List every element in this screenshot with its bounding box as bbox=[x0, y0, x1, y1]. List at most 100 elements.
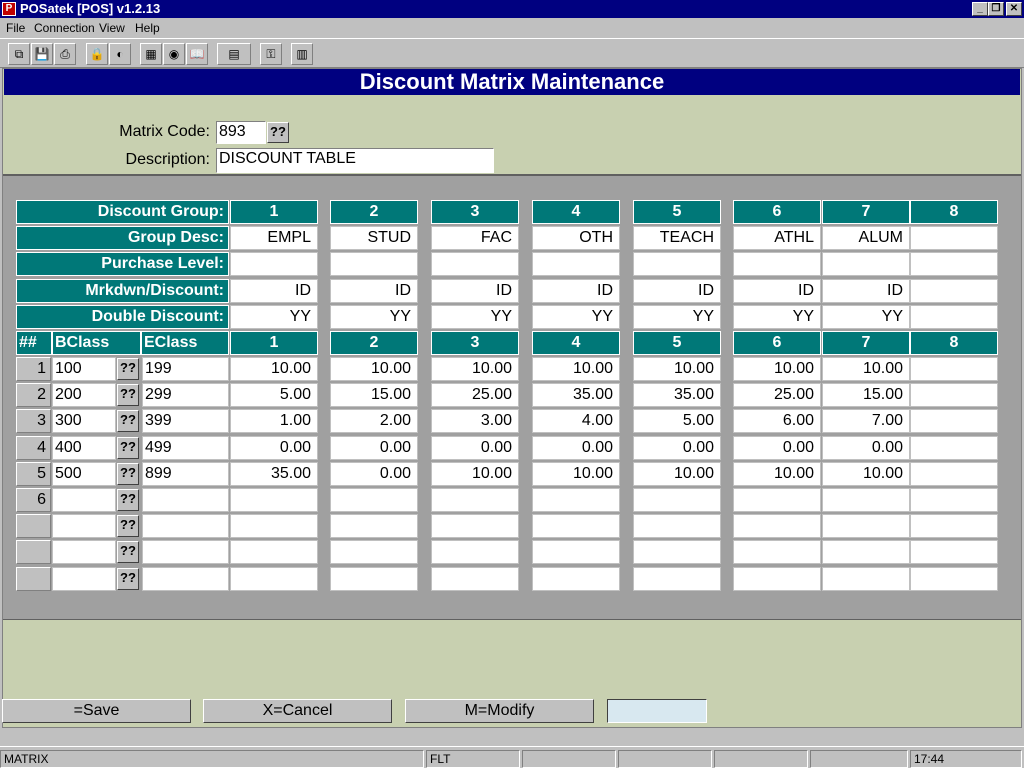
double-discount-cell[interactable]: YY bbox=[330, 305, 418, 329]
document-dropdown-icon[interactable]: ▤ bbox=[217, 43, 251, 65]
discount-value-cell[interactable] bbox=[910, 409, 998, 433]
purchase-level-cell[interactable] bbox=[431, 252, 519, 276]
discount-value-cell[interactable] bbox=[330, 540, 418, 564]
discount-value-cell[interactable]: 35.00 bbox=[532, 383, 620, 407]
double-discount-cell[interactable]: YY bbox=[633, 305, 721, 329]
purchase-level-cell[interactable] bbox=[633, 252, 721, 276]
purchase-level-cell[interactable] bbox=[822, 252, 910, 276]
bclass-lookup-button[interactable]: ?? bbox=[117, 463, 139, 485]
discount-value-cell[interactable]: 15.00 bbox=[822, 383, 910, 407]
discount-value-cell[interactable] bbox=[910, 383, 998, 407]
matrix-code-lookup-button[interactable]: ?? bbox=[267, 122, 289, 143]
bclass-lookup-button[interactable]: ?? bbox=[117, 489, 139, 511]
eclass-cell[interactable]: 299 bbox=[142, 383, 229, 407]
discount-value-cell[interactable]: 5.00 bbox=[230, 383, 318, 407]
discount-value-cell[interactable]: 1.00 bbox=[230, 409, 318, 433]
discount-value-cell[interactable] bbox=[532, 567, 620, 591]
mrkdwn-cell[interactable]: ID bbox=[431, 279, 519, 303]
group-desc-cell[interactable]: ATHL bbox=[733, 226, 821, 250]
discount-value-cell[interactable] bbox=[910, 357, 998, 381]
network-icon[interactable]: ⚿ bbox=[260, 43, 282, 65]
mrkdwn-cell[interactable]: ID bbox=[230, 279, 318, 303]
discount-value-cell[interactable] bbox=[733, 488, 821, 512]
bclass-cell[interactable] bbox=[52, 567, 116, 591]
bclass-lookup-button[interactable]: ?? bbox=[117, 358, 139, 380]
eclass-cell[interactable]: 499 bbox=[142, 436, 229, 460]
discount-value-cell[interactable]: 10.00 bbox=[431, 462, 519, 486]
eclass-cell[interactable]: 899 bbox=[142, 462, 229, 486]
double-discount-cell[interactable]: YY bbox=[822, 305, 910, 329]
discount-value-cell[interactable]: 0.00 bbox=[431, 436, 519, 460]
discount-value-cell[interactable] bbox=[230, 567, 318, 591]
bclass-lookup-button[interactable]: ?? bbox=[117, 515, 139, 537]
bclass-cell[interactable]: 200 bbox=[52, 383, 116, 407]
save-icon[interactable]: 💾 bbox=[31, 43, 53, 65]
menu-view[interactable]: View bbox=[99, 18, 125, 38]
eclass-cell[interactable] bbox=[142, 488, 229, 512]
bclass-cell[interactable]: 300 bbox=[52, 409, 116, 433]
group-desc-cell[interactable]: EMPL bbox=[230, 226, 318, 250]
description-input[interactable]: DISCOUNT TABLE bbox=[216, 148, 494, 173]
discount-value-cell[interactable]: 35.00 bbox=[633, 383, 721, 407]
discount-value-cell[interactable]: 6.00 bbox=[733, 409, 821, 433]
discount-value-cell[interactable]: 35.00 bbox=[230, 462, 318, 486]
discount-value-cell[interactable] bbox=[822, 540, 910, 564]
mrkdwn-cell[interactable]: ID bbox=[633, 279, 721, 303]
discount-value-cell[interactable]: 10.00 bbox=[431, 357, 519, 381]
discount-value-cell[interactable] bbox=[733, 540, 821, 564]
menu-connection[interactable]: Connection bbox=[34, 18, 95, 38]
bclass-lookup-button[interactable]: ?? bbox=[117, 568, 139, 590]
discount-value-cell[interactable] bbox=[633, 514, 721, 538]
double-discount-cell[interactable]: YY bbox=[532, 305, 620, 329]
purchase-level-cell[interactable] bbox=[330, 252, 418, 276]
discount-value-cell[interactable] bbox=[431, 567, 519, 591]
print-icon[interactable]: ⎙ bbox=[54, 43, 76, 65]
discount-value-cell[interactable] bbox=[822, 488, 910, 512]
book-icon[interactable]: 📖 bbox=[186, 43, 208, 65]
discount-value-cell[interactable] bbox=[330, 567, 418, 591]
double-discount-cell[interactable]: YY bbox=[230, 305, 318, 329]
bclass-lookup-button[interactable]: ?? bbox=[117, 410, 139, 432]
discount-value-cell[interactable] bbox=[230, 540, 318, 564]
discount-value-cell[interactable] bbox=[532, 540, 620, 564]
bclass-lookup-button[interactable]: ?? bbox=[117, 437, 139, 459]
discount-value-cell[interactable]: 10.00 bbox=[822, 357, 910, 381]
discount-value-cell[interactable]: 0.00 bbox=[330, 436, 418, 460]
discount-value-cell[interactable]: 0.00 bbox=[733, 436, 821, 460]
bclass-cell[interactable] bbox=[52, 514, 116, 538]
discount-value-cell[interactable] bbox=[230, 488, 318, 512]
chart-icon[interactable]: ▥ bbox=[291, 43, 313, 65]
discount-value-cell[interactable] bbox=[910, 462, 998, 486]
discount-value-cell[interactable]: 25.00 bbox=[431, 383, 519, 407]
discount-value-cell[interactable]: 3.00 bbox=[431, 409, 519, 433]
purchase-level-cell[interactable] bbox=[910, 252, 998, 276]
discount-value-cell[interactable] bbox=[822, 567, 910, 591]
mrkdwn-cell[interactable]: ID bbox=[532, 279, 620, 303]
discount-value-cell[interactable] bbox=[910, 540, 998, 564]
discount-value-cell[interactable]: 10.00 bbox=[532, 462, 620, 486]
discount-value-cell[interactable] bbox=[733, 514, 821, 538]
mrkdwn-cell[interactable] bbox=[910, 279, 998, 303]
group-desc-cell[interactable]: TEACH bbox=[633, 226, 721, 250]
double-discount-cell[interactable]: YY bbox=[733, 305, 821, 329]
lock-icon[interactable]: 🔒 bbox=[86, 43, 108, 65]
purchase-level-cell[interactable] bbox=[230, 252, 318, 276]
eclass-cell[interactable] bbox=[142, 567, 229, 591]
discount-value-cell[interactable]: 10.00 bbox=[633, 462, 721, 486]
discount-value-cell[interactable]: 10.00 bbox=[330, 357, 418, 381]
close-button[interactable]: ✕ bbox=[1006, 2, 1022, 16]
bclass-lookup-button[interactable]: ?? bbox=[117, 541, 139, 563]
eclass-cell[interactable]: 199 bbox=[142, 357, 229, 381]
discount-value-cell[interactable] bbox=[633, 567, 721, 591]
eclass-cell[interactable] bbox=[142, 514, 229, 538]
discount-value-cell[interactable] bbox=[330, 488, 418, 512]
double-discount-cell[interactable]: YY bbox=[431, 305, 519, 329]
discount-value-cell[interactable]: 0.00 bbox=[532, 436, 620, 460]
command-input[interactable] bbox=[607, 699, 707, 723]
discount-value-cell[interactable]: 15.00 bbox=[330, 383, 418, 407]
discount-value-cell[interactable] bbox=[330, 514, 418, 538]
discount-value-cell[interactable]: 10.00 bbox=[230, 357, 318, 381]
discount-value-cell[interactable] bbox=[733, 567, 821, 591]
eclass-cell[interactable]: 399 bbox=[142, 409, 229, 433]
eclass-cell[interactable] bbox=[142, 540, 229, 564]
